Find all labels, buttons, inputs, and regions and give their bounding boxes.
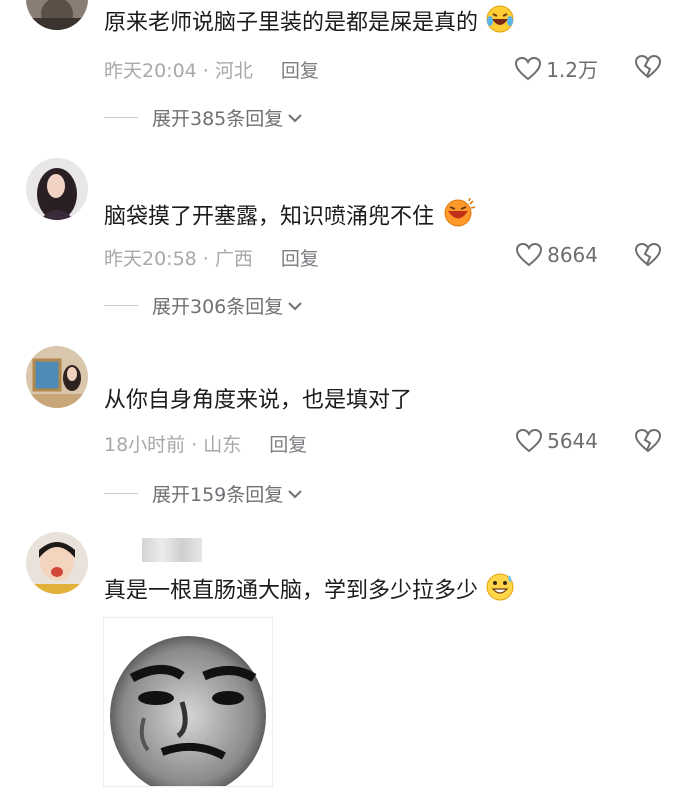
comment-location: 河北 (214, 60, 253, 82)
grinning-sweat-emoji-icon (485, 572, 515, 611)
dislike-button[interactable] (634, 428, 662, 458)
comment-meta: 18小时前 · 山东 回复 (104, 434, 308, 456)
comment-location: 广西 (214, 248, 253, 270)
broken-heart-icon (634, 54, 662, 79)
dislike-button[interactable] (634, 54, 662, 84)
expand-replies-button[interactable]: 展开385条回复 (104, 104, 303, 131)
user-avatar[interactable] (26, 346, 88, 408)
divider (104, 305, 138, 306)
divider (104, 117, 138, 118)
user-avatar[interactable] (26, 0, 88, 30)
reply-button[interactable]: 回复 (281, 60, 319, 82)
like-count: 1.2万 (546, 58, 598, 82)
comment-time: 昨天20:58 (104, 248, 197, 270)
comment-text: 原来老师说脑子里装的是都是屎是真的 (104, 4, 515, 43)
like-count: 5644 (547, 429, 598, 453)
chevron-down-icon (288, 113, 302, 122)
broken-heart-icon (634, 428, 662, 453)
comment-text: 从你自身角度来说，也是填对了 (104, 388, 413, 413)
comment-text: 真是一根直肠通大脑，学到多少拉多少 (104, 572, 515, 611)
expand-label: 展开159条回复 (152, 484, 284, 506)
reply-button[interactable]: 回复 (281, 248, 319, 270)
comment-meta: 昨天20:04 · 河北 回复 (104, 60, 319, 82)
like-count: 8664 (547, 243, 598, 267)
heart-outline-icon (515, 56, 542, 80)
big-laugh-emoji-icon (441, 197, 476, 237)
meme-face-sticker[interactable] (103, 617, 273, 793)
username-blurred (142, 538, 202, 562)
expand-label: 展开385条回复 (152, 108, 284, 130)
divider (104, 493, 138, 494)
expand-replies-button[interactable]: 展开306条回复 (104, 292, 303, 319)
chevron-down-icon (288, 301, 302, 310)
expand-replies-button[interactable]: 展开159条回复 (104, 480, 303, 507)
heart-outline-icon (516, 242, 543, 267)
user-avatar[interactable] (26, 532, 88, 594)
comment-time: 18小时前 (104, 434, 186, 456)
laughing-tears-emoji-icon (485, 4, 515, 43)
broken-heart-icon (634, 242, 662, 267)
comment-time: 昨天20:04 (104, 60, 197, 82)
like-button[interactable]: 1.2万 (514, 54, 598, 83)
like-button[interactable]: 5644 (515, 428, 598, 454)
like-button[interactable]: 8664 (515, 242, 598, 268)
heart-outline-icon (516, 428, 543, 453)
comment-text: 脑袋摸了开塞露，知识喷涌兜不住 (104, 197, 476, 237)
comment-meta: 昨天20:58 · 广西 回复 (104, 248, 319, 270)
chevron-down-icon (288, 489, 302, 498)
comment-location: 山东 (203, 434, 242, 456)
reply-button[interactable]: 回复 (269, 434, 307, 456)
user-avatar[interactable] (26, 158, 88, 220)
expand-label: 展开306条回复 (152, 296, 284, 318)
dislike-button[interactable] (634, 242, 662, 272)
